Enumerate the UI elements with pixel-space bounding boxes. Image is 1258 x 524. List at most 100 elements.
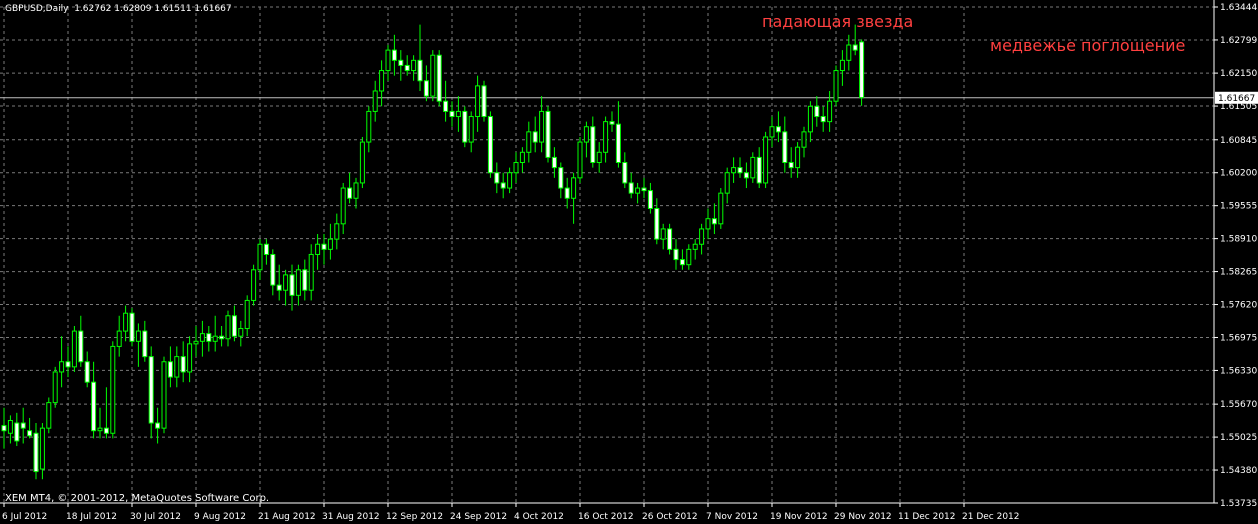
candle-body-bull: [283, 274, 289, 291]
candle-body-bear: [743, 172, 749, 179]
candle-body-bear: [436, 54, 442, 102]
y-tick-label: 1.59555: [1220, 202, 1257, 212]
candle[interactable]: [46, 397, 52, 434]
candle-body-bull: [359, 141, 365, 184]
candle-body-bear: [667, 228, 673, 250]
candle[interactable]: [359, 136, 365, 189]
candle-body-bull: [718, 192, 724, 225]
y-tick-label: 1.63444: [1220, 3, 1257, 13]
candle-body-bull: [116, 330, 122, 347]
candle[interactable]: [859, 39, 865, 106]
x-tick-label: 4 Oct 2012: [514, 512, 564, 522]
candle-body-bull: [340, 187, 346, 225]
candle-body-bear: [231, 315, 237, 337]
candle[interactable]: [833, 65, 839, 107]
candle-body-bear: [423, 80, 429, 97]
candle-body-bear: [84, 361, 90, 383]
candle-body-bear: [564, 187, 570, 199]
candle[interactable]: [71, 325, 77, 372]
candle-body-bear: [142, 330, 148, 358]
candle-body-bull: [596, 151, 602, 164]
candle-body-bear: [615, 123, 621, 164]
candle[interactable]: [718, 188, 724, 229]
candle-body-bear: [155, 422, 161, 429]
symbol-label: GBPUSD,Daily: [5, 4, 69, 14]
candle[interactable]: [462, 106, 468, 148]
candle-body-bear: [443, 100, 449, 112]
candle[interactable]: [545, 106, 551, 163]
candle-body-bear: [494, 172, 500, 184]
y-tick-label: 1.62799: [1220, 36, 1257, 46]
candle[interactable]: [436, 50, 442, 107]
x-tick-label: 7 Nov 2012: [706, 512, 758, 522]
y-tick-label: 1.60845: [1220, 136, 1257, 146]
y-tick-label: 1.55025: [1220, 433, 1257, 443]
candle-body-bear: [673, 248, 679, 261]
y-tick-label: 1.62150: [1220, 69, 1257, 79]
candle-body-bull: [519, 151, 525, 164]
candle-body-bull: [539, 110, 545, 143]
candle-body-bear: [852, 44, 858, 51]
candle[interactable]: [430, 50, 436, 102]
current-price-label: 1.61667: [1218, 94, 1255, 104]
candle-body-bull: [603, 121, 609, 153]
candle[interactable]: [481, 80, 487, 122]
candle-body-bear: [391, 49, 397, 61]
candle-body-bear: [545, 110, 551, 158]
y-tick-label: 1.57620: [1220, 301, 1257, 311]
candle-body-bear: [404, 64, 410, 72]
candle-body-bull: [39, 427, 45, 470]
candle-body-bull: [187, 343, 193, 373]
candle-body-bear: [65, 361, 71, 368]
symbol-info: GBPUSD,Daily 1.62762 1.62809 1.61511 1.6…: [5, 4, 232, 14]
candle-body-bear: [609, 121, 615, 125]
candle-body-bull: [430, 54, 436, 97]
x-tick-label: 31 Aug 2012: [322, 512, 380, 522]
annotation-bearish-engulfing: медвежье поглощение: [990, 36, 1186, 55]
candle-body-bull: [212, 335, 218, 342]
candlestick-chart[interactable]: 1.634441.627991.621501.615051.608451.602…: [0, 0, 1258, 524]
candle-body-bull: [577, 141, 583, 179]
x-tick-label: 26 Oct 2012: [642, 512, 698, 522]
candle-body-bull: [724, 172, 730, 194]
y-tick-label: 1.53735: [1220, 499, 1257, 509]
candle-body-bear: [500, 182, 506, 189]
candle-body-bull: [71, 330, 77, 368]
candle[interactable]: [251, 264, 257, 306]
copyright-text: XEM MT4, © 2001-2012, MetaQuotes Softwar…: [5, 493, 270, 504]
candle[interactable]: [763, 131, 769, 189]
x-tick-label: 29 Nov 2012: [834, 512, 892, 522]
candle-body-bear: [814, 105, 820, 118]
x-tick-label: 19 Nov 2012: [770, 512, 828, 522]
candle-body-bull: [135, 330, 141, 342]
candle-body-bull: [379, 70, 385, 92]
candle-body-bear: [321, 243, 327, 250]
candle[interactable]: [52, 366, 58, 408]
candle[interactable]: [577, 136, 583, 183]
candle-body-bull: [507, 172, 513, 189]
candle-body-bull: [225, 315, 231, 340]
candle-body-bull: [238, 328, 244, 337]
candle-body-bull: [705, 218, 711, 230]
y-tick-label: 1.60200: [1220, 169, 1257, 179]
candle[interactable]: [129, 308, 135, 347]
candle-body-bear: [103, 427, 109, 434]
chart-window[interactable]: 1.63444 1.62799 1.62150 1.61505 1.60845 1.602…: [0, 0, 1258, 524]
candle-body-bull: [315, 243, 321, 255]
candle-body-bull: [635, 187, 641, 194]
plot-background: [0, 0, 1258, 524]
candle-body-bull: [750, 156, 756, 179]
candle-body-bear: [788, 162, 794, 169]
candle-body-bull: [123, 312, 129, 332]
candle-body-bull: [731, 167, 737, 174]
candle[interactable]: [161, 356, 167, 434]
candle[interactable]: [110, 341, 116, 439]
candle-body-bull: [366, 110, 372, 143]
candle[interactable]: [487, 111, 493, 178]
candle-body-bear: [91, 381, 97, 432]
x-tick-label: 30 Jul 2012: [130, 512, 181, 522]
candle-body-bear: [551, 156, 557, 169]
candle-body-bull: [660, 228, 666, 240]
y-tick-label: 1.58265: [1220, 268, 1257, 278]
candle-body-bear: [462, 110, 468, 143]
